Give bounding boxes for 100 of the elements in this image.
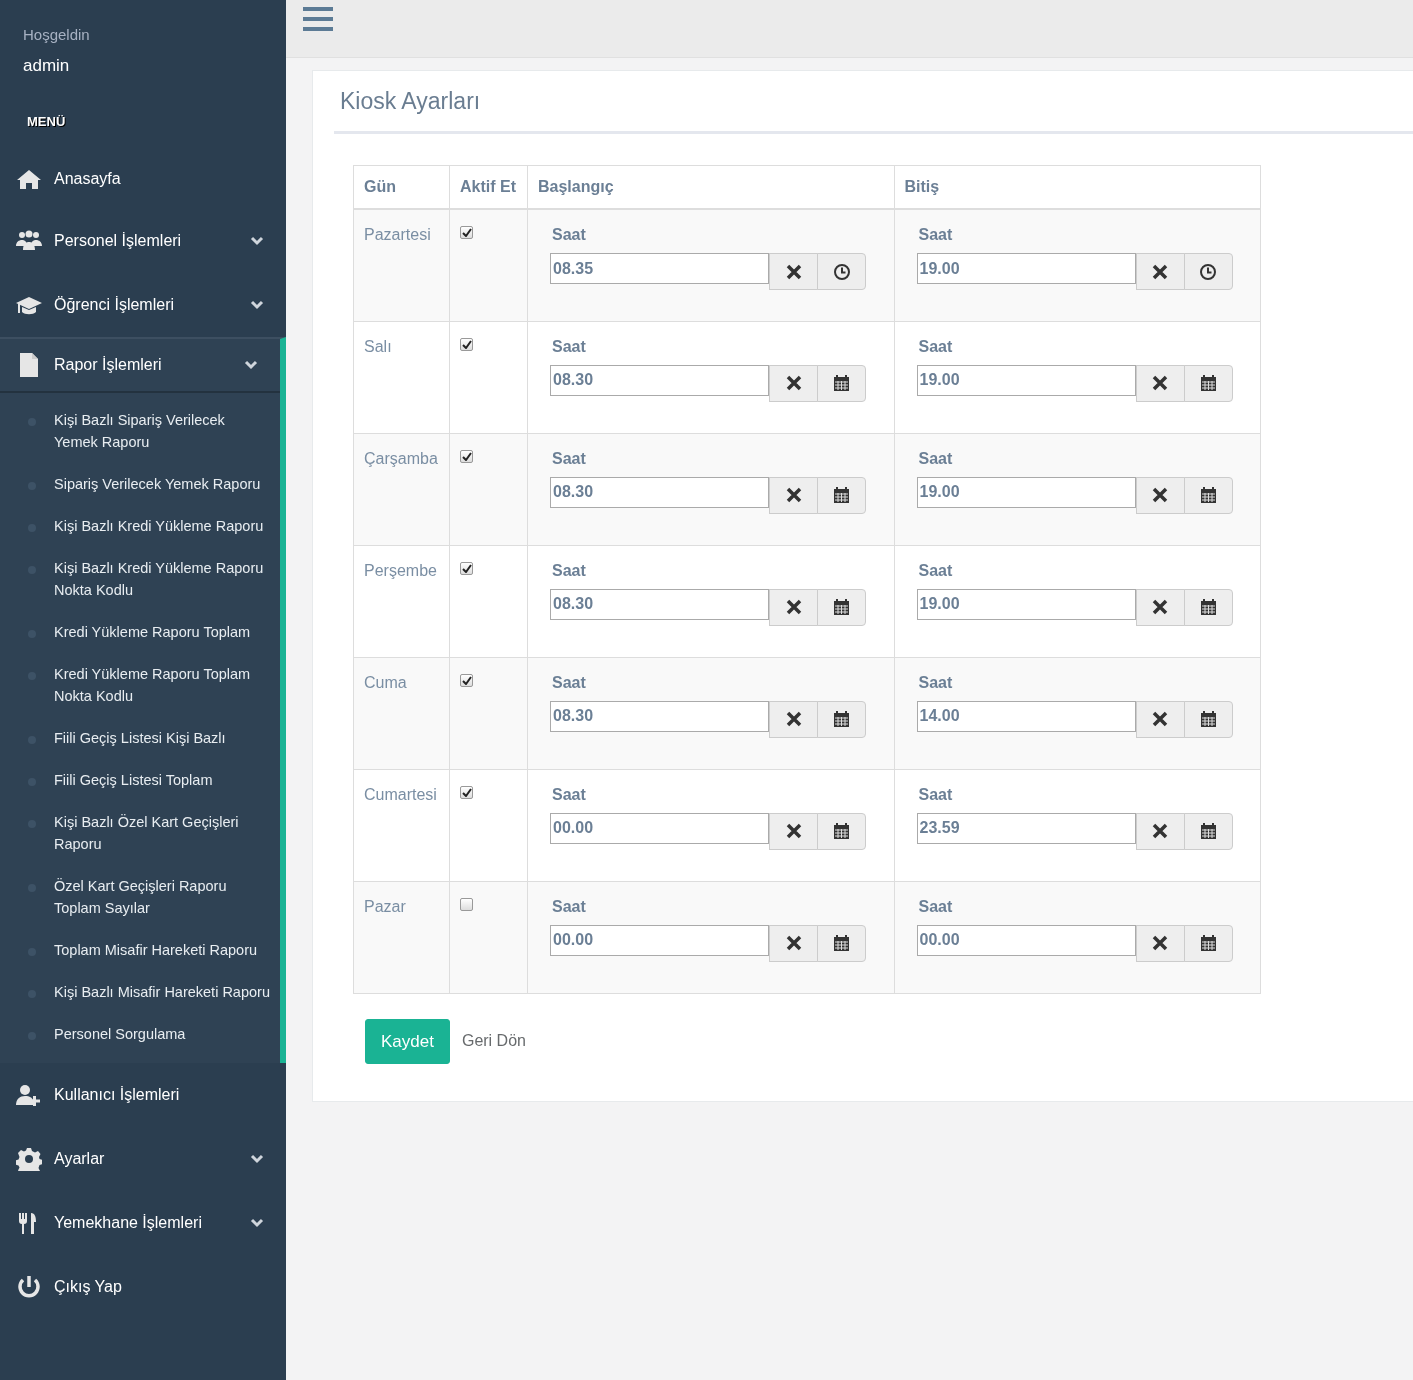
clear-button[interactable]	[769, 812, 818, 850]
close-icon	[1152, 375, 1168, 392]
time-picker-button[interactable]	[817, 253, 866, 291]
clear-button[interactable]	[1135, 253, 1185, 291]
menu-item[interactable]: Öğrenci İşlemleri	[0, 272, 286, 337]
close-icon	[785, 599, 802, 616]
clear-button[interactable]	[1135, 476, 1185, 514]
submenu-item[interactable]: Kişi Bazlı Kredi Yükleme Raporu	[0, 504, 280, 547]
clear-button[interactable]	[769, 588, 818, 626]
day-name: Cumartesi	[364, 784, 437, 805]
checkbox[interactable]	[460, 897, 473, 911]
time-field[interactable]: 23.59	[916, 812, 1136, 844]
calendar-icon	[1199, 710, 1217, 728]
clear-button[interactable]	[1135, 812, 1185, 850]
field-label: Saat	[918, 896, 953, 917]
checkbox[interactable]	[460, 337, 473, 351]
clear-button[interactable]	[1135, 588, 1185, 626]
back-link[interactable]: Geri Dön	[461, 1029, 526, 1054]
clear-button[interactable]	[1135, 364, 1185, 402]
submenu-item[interactable]: Kişi Bazlı Sipariş Verilecek Yemek Raporu	[0, 398, 280, 463]
people-icon	[16, 228, 42, 253]
date-picker-button[interactable]	[1183, 700, 1233, 738]
checkbox[interactable]	[460, 673, 473, 687]
field-label: Saat	[918, 225, 953, 246]
submenu-item[interactable]: Fiili Geçiş Listesi Toplam	[0, 758, 280, 801]
menu-heading: MENÜ	[26, 113, 67, 131]
time-field[interactable]: 08.35	[550, 253, 769, 285]
calendar-icon	[1199, 822, 1217, 840]
submenu-item[interactable]: Kişi Bazlı Özel Kart Geçişleri Raporu	[0, 800, 280, 865]
field-label: Saat	[918, 784, 953, 805]
menu-item[interactable]: Ayarlar	[0, 1126, 286, 1191]
checkbox[interactable]	[460, 785, 473, 799]
clear-button[interactable]	[1135, 700, 1185, 738]
close-icon	[1152, 935, 1168, 952]
menu-item[interactable]: Personel İşlemleri	[0, 208, 286, 273]
submenu-item[interactable]: Fiili Geçiş Listesi Kişi Bazlı	[0, 716, 280, 759]
time-field[interactable]: 08.30	[550, 364, 769, 396]
field-label: Saat	[552, 448, 586, 469]
time-field[interactable]: 19.00	[916, 253, 1136, 285]
day-name: Cuma	[364, 672, 407, 693]
day-name: Pazartesi	[364, 225, 431, 246]
time-field[interactable]: 08.30	[550, 588, 769, 620]
calendar-icon	[833, 374, 850, 392]
date-picker-button[interactable]	[817, 588, 866, 626]
date-picker-button[interactable]	[817, 700, 866, 738]
submenu-item[interactable]: Sipariş Verilecek Yemek Raporu	[0, 462, 280, 505]
date-picker-button[interactable]	[817, 476, 866, 514]
clear-button[interactable]	[769, 924, 818, 962]
menu-item[interactable]: Anasayfa	[0, 148, 286, 209]
time-field[interactable]: 00.00	[550, 812, 769, 844]
checkbox[interactable]	[460, 561, 473, 575]
close-icon	[1152, 599, 1168, 616]
submenu-item[interactable]: Kredi Yükleme Raporu Toplam Nokta Kodlu	[0, 652, 280, 717]
time-field[interactable]: 00.00	[550, 924, 769, 956]
menu-item[interactable]: Yemekhane İşlemleri	[0, 1190, 286, 1255]
calendar-icon	[833, 486, 850, 504]
time-picker-button[interactable]	[1183, 253, 1233, 291]
time-field[interactable]: 08.30	[550, 476, 769, 508]
clock-icon	[1199, 262, 1217, 281]
time-field[interactable]: 19.00	[916, 588, 1136, 620]
clear-button[interactable]	[769, 476, 818, 514]
submenu-item[interactable]: Kişi Bazlı Misafir Hareketi Raporu	[0, 970, 280, 1013]
clear-button[interactable]	[1135, 924, 1185, 962]
calendar-icon	[833, 822, 850, 840]
power-icon	[16, 1274, 42, 1299]
date-picker-button[interactable]	[1183, 588, 1233, 626]
date-picker-button[interactable]	[1183, 364, 1233, 402]
checkbox[interactable]	[460, 449, 473, 463]
submenu-item[interactable]: Toplam Misafir Hareketi Raporu	[0, 928, 280, 971]
close-icon	[785, 263, 802, 280]
date-picker-button[interactable]	[1183, 924, 1233, 962]
calendar-icon	[1199, 374, 1217, 392]
submenu-item[interactable]: Kişi Bazlı Kredi Yükleme Raporu Nokta Kodlu	[0, 546, 280, 611]
greeting-text: Hoşgeldin	[22, 25, 91, 45]
date-picker-button[interactable]	[1183, 476, 1233, 514]
checkbox[interactable]	[460, 226, 473, 240]
date-picker-button[interactable]	[817, 364, 866, 402]
close-icon	[1152, 823, 1168, 840]
time-field[interactable]: 19.00	[916, 364, 1136, 396]
time-field[interactable]: 00.00	[916, 924, 1136, 956]
date-picker-button[interactable]	[1183, 812, 1233, 850]
clear-button[interactable]	[769, 364, 818, 402]
clear-button[interactable]	[769, 700, 818, 738]
time-field[interactable]: 08.30	[550, 700, 769, 732]
calendar-icon	[833, 710, 850, 728]
time-field[interactable]: 14.00	[916, 700, 1136, 732]
submenu-item[interactable]: Personel Sorgulama	[0, 1012, 280, 1055]
field-label: Saat	[552, 672, 586, 693]
clear-button[interactable]	[769, 253, 818, 291]
menu-icon[interactable]	[303, 4, 333, 34]
time-field[interactable]: 19.00	[916, 476, 1136, 508]
submenu-item[interactable]: Kredi Yükleme Raporu Toplam	[0, 610, 280, 653]
close-icon	[785, 935, 802, 952]
close-icon	[785, 823, 802, 840]
date-picker-button[interactable]	[817, 812, 866, 850]
menu-item[interactable]: Kullanıcı İşlemleri	[0, 1062, 286, 1127]
menu-item[interactable]: Rapor İşlemleri	[0, 338, 280, 393]
menu-item[interactable]: Çıkış Yap	[0, 1254, 286, 1319]
date-picker-button[interactable]	[817, 924, 866, 962]
submenu-item[interactable]: Özel Kart Geçişleri Raporu Toplam Sayılar	[0, 864, 280, 929]
